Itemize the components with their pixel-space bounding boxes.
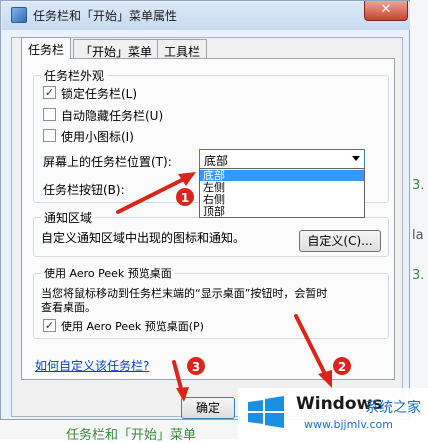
annotation-arrows <box>116 172 332 402</box>
annotation-arrow-2 <box>294 314 328 378</box>
windows-logo-icon <box>248 396 284 428</box>
watermark: Windows 系统之家 www.bjjmlv.com <box>238 388 428 439</box>
watermark-suffix: 系统之家 <box>365 400 421 416</box>
annotation-badge-1: 1 <box>175 187 195 207</box>
annotation-badge-3: 3 <box>186 356 206 376</box>
annotation-arrowhead-3 <box>176 387 189 402</box>
annotation-arrowhead-2 <box>318 370 332 388</box>
annotation-arrow-3 <box>172 360 184 394</box>
annotation-badge-2: 2 <box>332 356 352 376</box>
watermark-url: www.bjjmlv.com <box>304 418 393 431</box>
